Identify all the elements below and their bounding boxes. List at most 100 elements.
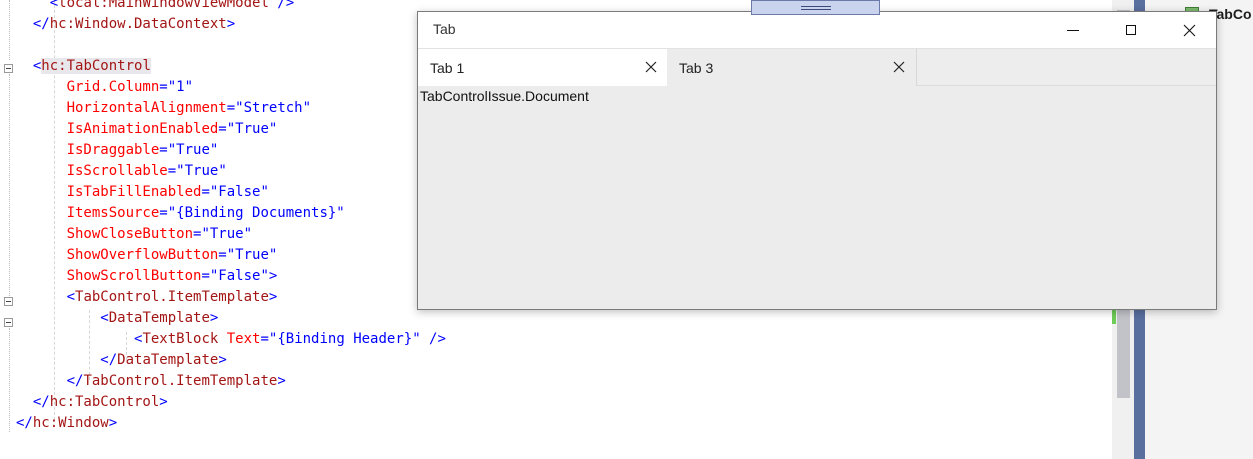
code-token: hc:Window.DataContext — [49, 16, 227, 32]
code-token: "Stretch" — [235, 100, 312, 116]
code-line[interactable]: ShowOverflowButton="True" — [16, 245, 278, 266]
code-token: local:MainWindowViewModel — [58, 0, 269, 11]
fold-toggle-tabcontrol[interactable] — [4, 64, 13, 73]
tab-content: TabControlIssue.Document — [418, 86, 1216, 309]
code-line[interactable]: IsAnimationEnabled="True" — [16, 119, 278, 140]
code-token: /> — [268, 0, 295, 11]
close-window-button[interactable] — [1160, 12, 1218, 48]
code-token: IsScrollable — [66, 163, 168, 179]
tab-3[interactable]: Tab 3 — [667, 49, 917, 86]
code-token: Text — [226, 331, 261, 347]
code-token: = — [260, 331, 269, 347]
code-token: TabControl.ItemTemplate — [83, 373, 278, 389]
code-line[interactable]: IsTabFillEnabled="False" — [16, 182, 269, 203]
code-token: TabControl.ItemTemplate — [75, 289, 269, 305]
code-line[interactable]: ItemsSource="{Binding Documents}" — [16, 203, 345, 224]
code-token: TextBlock — [142, 331, 219, 347]
code-line[interactable]: ShowCloseButton="True" — [16, 224, 252, 245]
code-token: hc:TabControl — [49, 394, 160, 410]
code-line[interactable]: HorizontalAlignment="Stretch" — [16, 98, 311, 119]
tab-close-icon[interactable] — [644, 60, 658, 74]
drag-handle[interactable] — [751, 0, 880, 15]
code-token: hc:Window — [32, 415, 109, 431]
maximize-button[interactable] — [1102, 12, 1160, 48]
code-line[interactable]: <TextBlock Text="{Binding Header}" /> — [16, 329, 446, 350]
code-line[interactable]: IsDraggable="True" — [16, 140, 219, 161]
code-token: = — [159, 79, 168, 95]
code-token: > — [108, 415, 118, 431]
code-token: ShowCloseButton — [66, 226, 194, 242]
code-token: "False" — [209, 268, 269, 284]
tab-1[interactable]: Tab 1 — [418, 49, 668, 86]
code-token: = — [159, 142, 168, 158]
fold-toggle-itemtemplate[interactable] — [4, 297, 13, 306]
code-line[interactable]: Grid.Column="1" — [16, 77, 193, 98]
code-token: = — [218, 121, 227, 137]
code-line[interactable]: IsScrollable="True" — [16, 161, 227, 182]
code-token: </ — [100, 352, 118, 368]
code-line[interactable]: </TabControl.ItemTemplate> — [16, 371, 286, 392]
tab-close-icon[interactable] — [892, 60, 906, 74]
code-token: ShowScrollButton — [66, 268, 202, 284]
code-line[interactable]: </hc:Window.DataContext> — [16, 14, 235, 35]
code-token: ItemsSource — [66, 205, 160, 221]
code-token: = — [201, 184, 210, 200]
maximize-icon — [1126, 25, 1136, 35]
code-line[interactable]: </DataTemplate> — [16, 350, 226, 371]
code-token: > — [209, 310, 219, 326]
code-line[interactable]: <local:MainWindowViewModel /> — [16, 0, 294, 14]
code-token: </ — [32, 394, 50, 410]
code-token: = — [167, 163, 177, 179]
fold-toggle-datatemplate[interactable] — [4, 318, 13, 327]
fold-gutter-line — [9, 328, 10, 432]
code-token: > — [268, 289, 278, 305]
code-token: /> — [420, 331, 446, 347]
app-window: Tab Tab 1 Tab 3 TabControlIssue.Document — [417, 11, 1217, 310]
code-token: </ — [66, 373, 84, 389]
close-icon — [1183, 24, 1195, 36]
window-title: Tab — [433, 21, 456, 37]
code-token: </ — [32, 16, 50, 32]
title-bar[interactable]: Tab — [418, 12, 1216, 48]
code-token: = — [201, 268, 210, 284]
code-line[interactable]: </hc:TabControl> — [16, 392, 168, 413]
code-line[interactable]: </hc:Window> — [16, 413, 117, 434]
code-token: "{Binding Header}" — [268, 331, 421, 347]
code-token: < — [49, 0, 59, 11]
minimize-button[interactable] — [1044, 12, 1102, 48]
code-token: ShowOverflowButton — [66, 247, 219, 263]
code-line[interactable]: <hc:TabControl — [16, 56, 151, 77]
code-token: = — [159, 205, 168, 221]
code-token: "False" — [209, 184, 269, 200]
grip-line — [801, 6, 831, 7]
code-token: "True" — [176, 163, 227, 179]
code-token: "True" — [201, 226, 253, 242]
code-token: Grid.Column — [66, 79, 160, 95]
grip-line — [801, 9, 831, 10]
code-token: < — [66, 289, 76, 305]
code-token: > — [226, 16, 236, 32]
code-line[interactable]: <TabControl.ItemTemplate> — [16, 287, 278, 308]
code-line[interactable]: ShowScrollButton="False"> — [16, 266, 278, 287]
fold-gutter-line — [9, 0, 10, 60]
code-line[interactable]: <DataTemplate> — [16, 308, 218, 329]
code-token: HorizontalAlignment — [66, 100, 227, 116]
code-token: "True" — [226, 121, 278, 137]
code-token: > — [268, 268, 278, 284]
code-token: "1" — [167, 79, 194, 95]
fold-gutter-line — [9, 74, 10, 296]
